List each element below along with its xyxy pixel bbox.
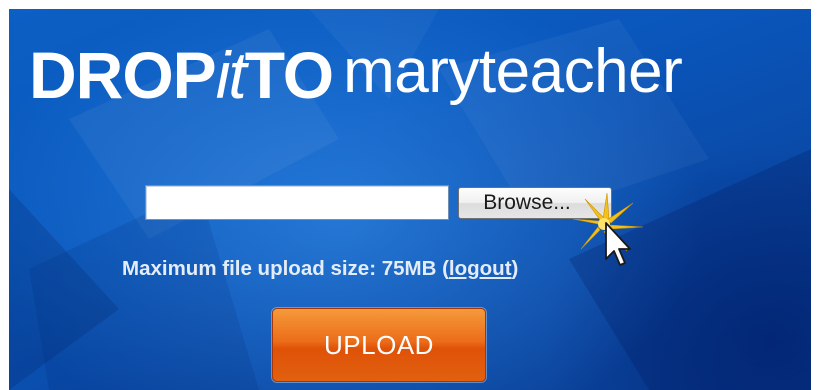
upload-page: DROPitTO maryteacher Browse... Maximum fi… — [9, 9, 811, 390]
account-name: maryteacher — [343, 37, 683, 106]
logo-drop-text: DROP — [29, 38, 217, 112]
upload-limit-text: Maximum file upload size: 75MB (logout) — [122, 255, 682, 283]
logo-to-text: TO — [244, 38, 334, 112]
logout-link[interactable]: logout — [449, 257, 512, 280]
logo-it-text: it — [215, 38, 247, 112]
upload-limit-label: Maximum file upload size: 75MB ( — [122, 257, 449, 280]
upload-button[interactable]: UPLOAD — [272, 308, 486, 382]
dropitto-logo: DROPitTO maryteacher — [29, 33, 683, 117]
upload-limit-suffix: ) — [511, 257, 519, 280]
file-path-input[interactable] — [145, 185, 449, 220]
